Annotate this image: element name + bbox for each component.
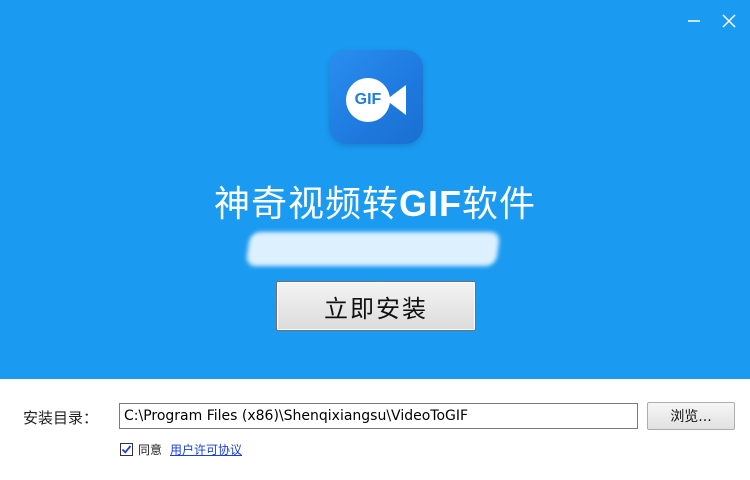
gif-badge: GIF: [346, 78, 390, 122]
app-logo-icon: GIF: [329, 50, 423, 144]
hero-banner: GIF 神奇视频转GIF软件 立即安装: [0, 0, 750, 379]
app-title: 神奇视频转GIF软件: [0, 175, 750, 227]
minimize-button[interactable]: [680, 8, 708, 34]
app-title-prefix: 神奇视频转: [213, 184, 399, 225]
app-title-suffix: 软件: [462, 184, 537, 225]
minimize-icon: [688, 20, 700, 22]
close-button[interactable]: [715, 8, 743, 34]
app-title-latin: GIF: [399, 183, 462, 224]
browse-button[interactable]: 浏览...: [647, 402, 735, 430]
agreement-row: 同意 用户许可协议: [120, 441, 242, 457]
install-dir-label: 安装目录：: [23, 409, 99, 427]
camera-icon: [386, 85, 406, 115]
checkmark-icon: [121, 444, 132, 454]
redacted-subtitle: [245, 232, 501, 266]
agree-label: 同意: [138, 442, 163, 457]
install-now-button[interactable]: 立即安装: [276, 281, 476, 331]
license-agreement-link[interactable]: 用户许可协议: [170, 441, 242, 458]
close-icon: [722, 14, 736, 28]
install-dir-input[interactable]: [119, 403, 638, 429]
agree-checkbox[interactable]: [120, 442, 133, 456]
